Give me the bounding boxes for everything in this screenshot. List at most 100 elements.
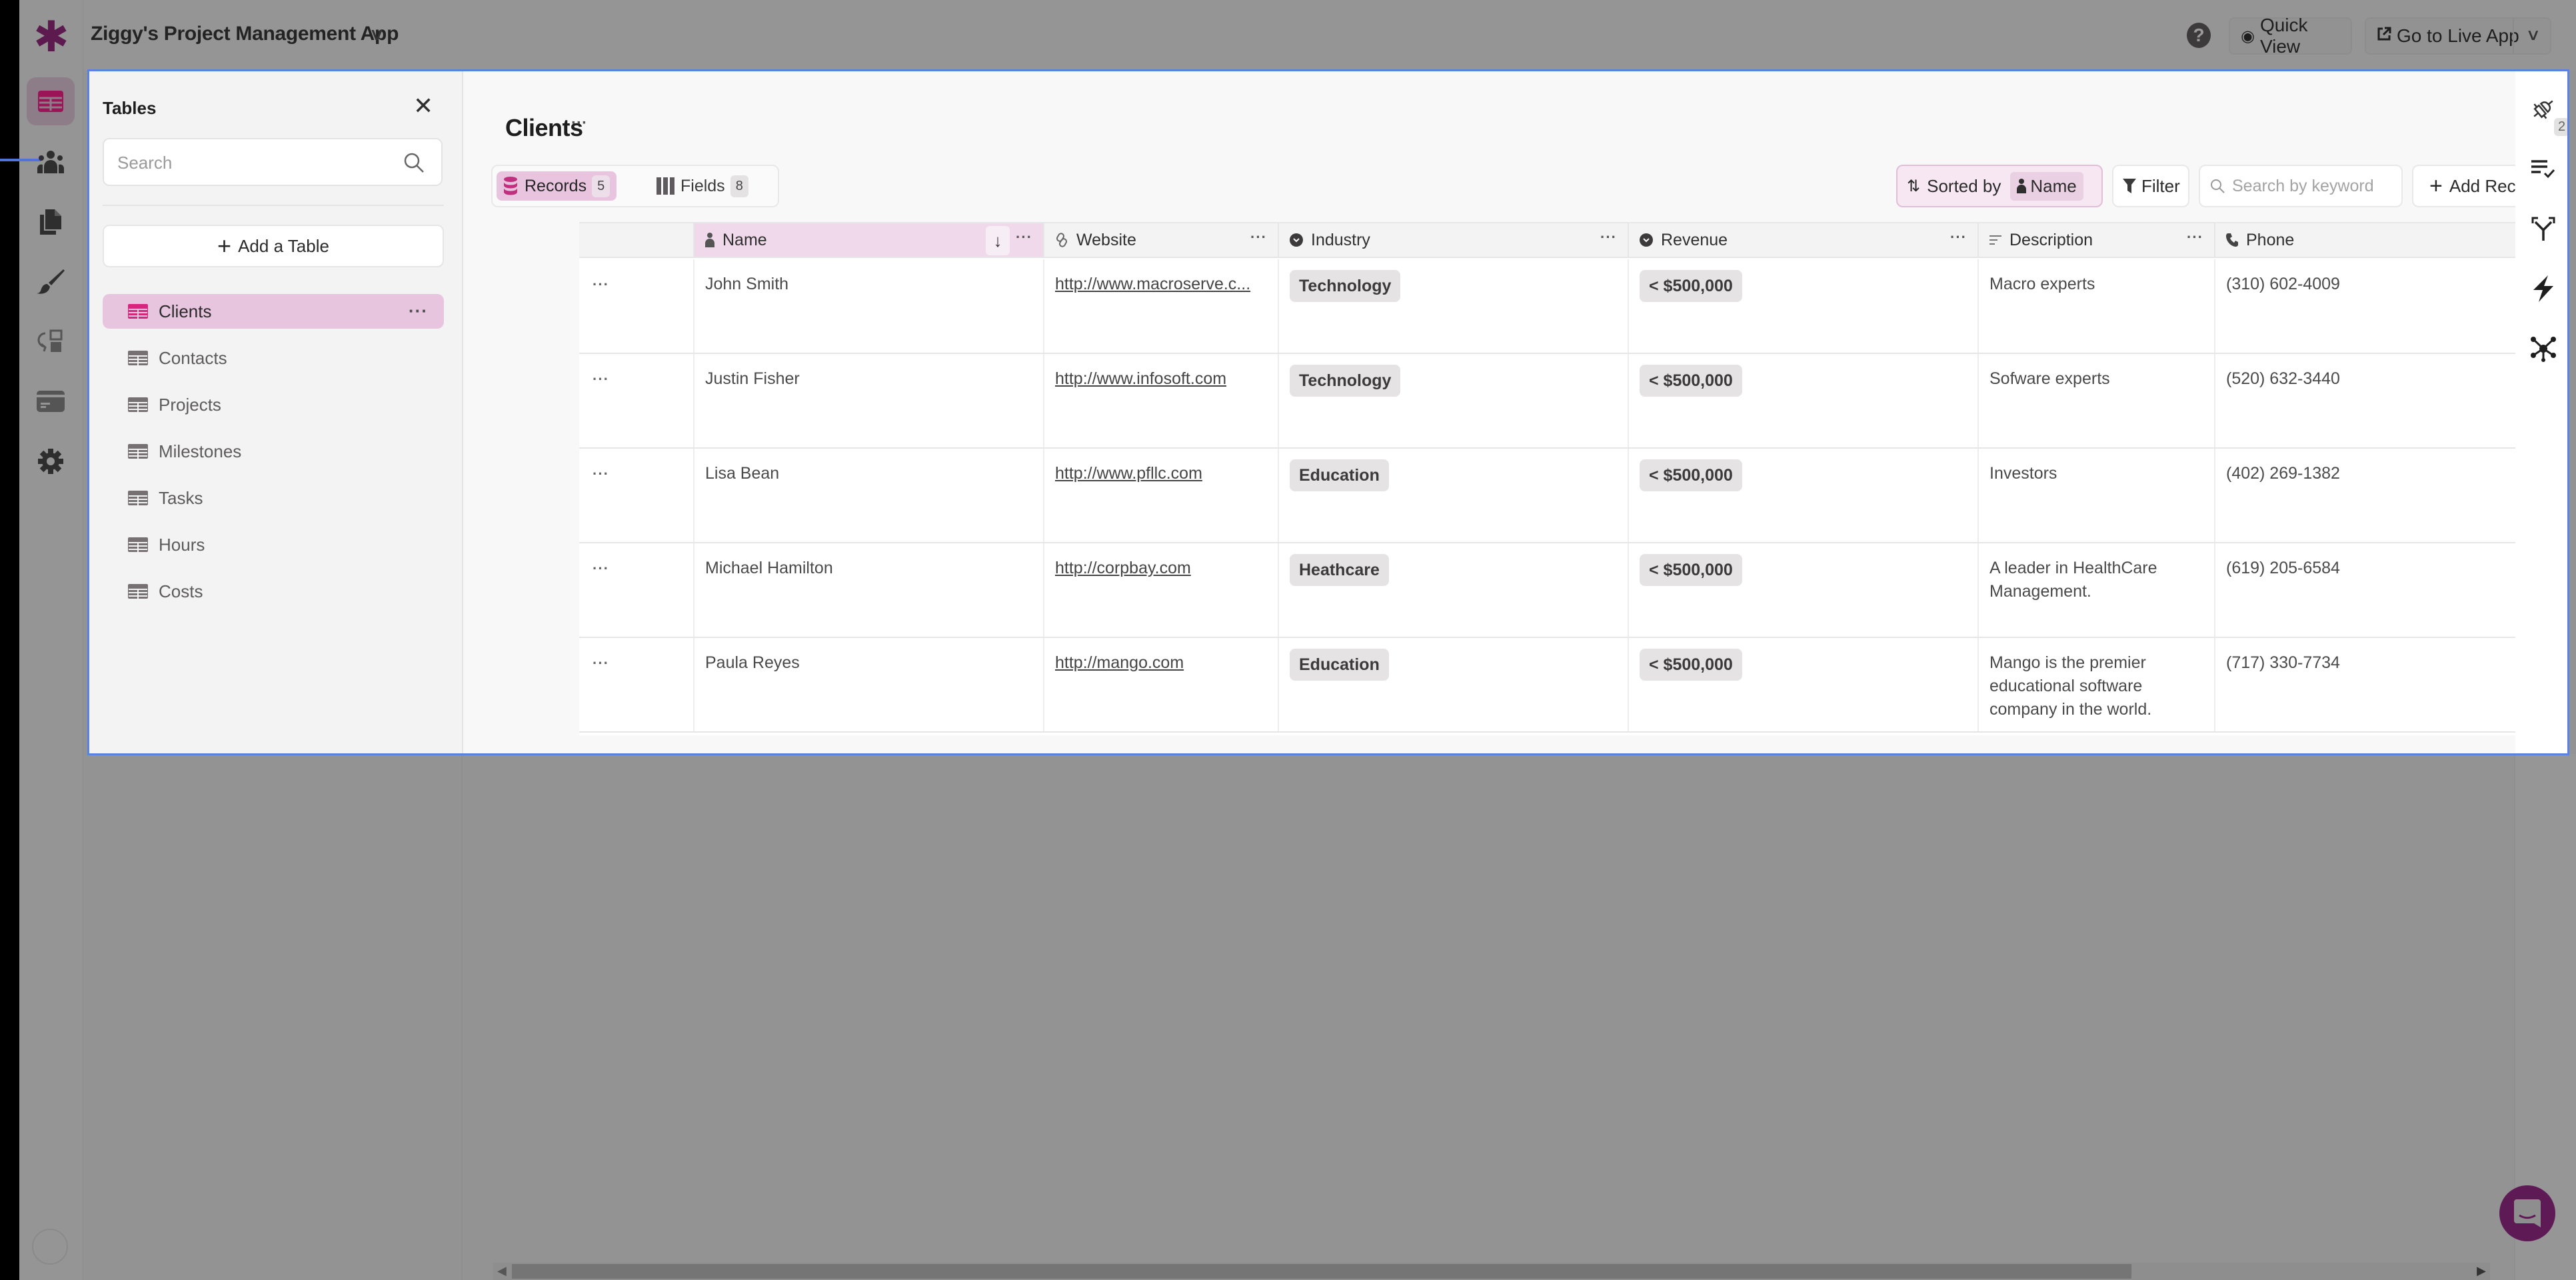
search-icon[interactable] (403, 151, 425, 177)
cell-revenue[interactable]: < $500,000 (1629, 259, 1979, 353)
rail-item-pages[interactable] (27, 197, 75, 245)
table-row[interactable]: ··· Lisa Bean http://www.pfllc.com Educatio… (579, 449, 2562, 543)
cell-website[interactable]: http://www.macroserve.c... (1044, 259, 1279, 353)
column-menu-icon[interactable]: ··· (1250, 229, 1267, 246)
row-more-icon[interactable]: ··· (579, 354, 694, 447)
app-title[interactable]: Ziggy's Project Management App (91, 23, 399, 45)
cell-industry[interactable]: Heathcare (1279, 543, 1629, 637)
cell-website[interactable]: http://www.pfllc.com (1044, 449, 1279, 542)
cell-name[interactable]: Michael Hamilton (694, 543, 1044, 637)
scroll-left-icon[interactable]: ◀ (497, 1264, 507, 1278)
app-logo-icon[interactable]: ✱ (33, 15, 69, 58)
website-link[interactable]: http://www.macroserve.c... (1055, 275, 1250, 293)
branch-icon[interactable] (2530, 215, 2557, 242)
user-avatar[interactable] (32, 1229, 68, 1265)
keyword-search-input[interactable] (2232, 176, 2399, 196)
row-more-icon[interactable]: ··· (579, 543, 694, 637)
cell-description[interactable]: Sofware experts (1979, 354, 2215, 447)
cell-name[interactable]: Lisa Bean (694, 449, 1044, 542)
table-item-clients[interactable]: Clients ··· (103, 294, 444, 329)
rail-item-billing[interactable] (27, 377, 75, 425)
cell-description[interactable]: Macro experts (1979, 259, 2215, 353)
cell-website[interactable]: http://corpbay.com (1044, 543, 1279, 637)
table-item-milestones[interactable]: Milestones (103, 434, 444, 469)
cell-revenue[interactable]: < $500,000 (1629, 543, 1979, 637)
cell-phone[interactable]: (619) 205-6584 (2215, 543, 2562, 637)
cell-phone[interactable]: (717) 330-7734 (2215, 638, 2562, 731)
chevron-down-icon[interactable]: ∨ (2526, 25, 2541, 45)
more-icon[interactable]: ··· (571, 114, 587, 133)
row-more-icon[interactable]: ··· (579, 449, 694, 542)
table-item-projects[interactable]: Projects (103, 387, 444, 422)
website-link[interactable]: http://www.pfllc.com (1055, 464, 1202, 483)
tables-search-input[interactable] (117, 151, 384, 174)
cell-phone[interactable]: (402) 269-1382 (2215, 449, 2562, 542)
table-item-contacts[interactable]: Contacts (103, 341, 444, 375)
column-header-description[interactable]: Description ··· (1979, 223, 2215, 258)
cell-website[interactable]: http://mango.com (1044, 638, 1279, 731)
cell-description[interactable]: Mango is the premier educational softwar… (1979, 638, 2215, 731)
cell-phone[interactable]: (310) 602-4009 (2215, 259, 2562, 353)
cell-name[interactable]: Paula Reyes (694, 638, 1044, 731)
row-more-icon[interactable]: ··· (579, 259, 694, 353)
rail-item-workflows[interactable] (27, 317, 75, 365)
sort-desc-icon[interactable]: ↓ (986, 226, 1010, 255)
cell-name[interactable]: John Smith (694, 259, 1044, 353)
column-menu-icon[interactable]: ··· (2187, 229, 2203, 246)
column-header-revenue[interactable]: Revenue ··· (1629, 223, 1979, 258)
website-link[interactable]: http://corpbay.com (1055, 559, 1191, 577)
horizontal-scrollbar[interactable]: ◀ ▶ (493, 1263, 2490, 1280)
cell-revenue[interactable]: < $500,000 (1629, 354, 1979, 447)
column-header-industry[interactable]: Industry ··· (1279, 223, 1629, 258)
cell-description[interactable]: A leader in HealthCare Management. (1979, 543, 2215, 637)
table-item-tasks[interactable]: Tasks (103, 481, 444, 515)
rail-item-users[interactable] (27, 137, 75, 185)
website-link[interactable]: http://www.infosoft.com (1055, 369, 1226, 388)
tab-fields[interactable]: Fields 8 (650, 171, 755, 201)
add-table-button[interactable]: + Add a Table (103, 225, 444, 267)
checklist-icon[interactable] (2530, 155, 2557, 182)
row-more-icon[interactable]: ··· (579, 638, 694, 731)
column-menu-icon[interactable]: ··· (1016, 229, 1032, 246)
cell-revenue[interactable]: < $500,000 (1629, 449, 1979, 542)
column-header-phone[interactable]: Phone ··· (2215, 223, 2562, 258)
cell-description[interactable]: Investors (1979, 449, 2215, 542)
more-icon[interactable]: ··· (409, 301, 428, 321)
table-item-costs[interactable]: Costs (103, 574, 444, 609)
cell-name[interactable]: Justin Fisher (694, 354, 1044, 447)
help-icon[interactable]: ? (2187, 23, 2211, 48)
table-item-hours[interactable]: Hours (103, 527, 444, 562)
lightning-icon[interactable] (2530, 275, 2557, 302)
quick-view-button[interactable]: ◉ Quick View (2229, 15, 2352, 57)
tab-records[interactable]: Records 5 (497, 171, 617, 201)
rail-item-design[interactable] (27, 257, 75, 305)
rail-item-tables[interactable] (27, 77, 75, 125)
column-header-name[interactable]: Name ↓ ··· (694, 223, 1044, 258)
website-link[interactable]: http://mango.com (1055, 653, 1184, 672)
cell-industry[interactable]: Technology (1279, 259, 1629, 353)
table-row[interactable]: ··· Paula Reyes http://mango.com Education <… (579, 638, 2562, 733)
rail-item-settings[interactable] (27, 437, 75, 485)
column-menu-icon[interactable]: ··· (1600, 229, 1617, 246)
table-row[interactable]: ··· Michael Hamilton http://corpbay.com Hea… (579, 543, 2562, 638)
filter-button[interactable]: Filter (2112, 165, 2189, 207)
column-header-website[interactable]: Website ··· (1044, 223, 1279, 258)
cell-industry[interactable]: Technology (1279, 354, 1629, 447)
network-icon[interactable] (2530, 335, 2557, 362)
chevron-down-icon[interactable]: ∨ (369, 24, 385, 45)
column-menu-icon[interactable]: ··· (1950, 229, 1967, 246)
scrollbar-thumb[interactable] (512, 1264, 2131, 1279)
keyword-search[interactable] (2199, 165, 2403, 207)
scroll-right-icon[interactable]: ▶ (2477, 1264, 2486, 1278)
cell-website[interactable]: http://www.infosoft.com (1044, 354, 1279, 447)
chat-launcher-button[interactable] (2499, 1185, 2555, 1241)
plug-icon[interactable] (2530, 95, 2557, 122)
cell-industry[interactable]: Education (1279, 449, 1629, 542)
sort-button[interactable]: ⇅ Sorted by Name (1896, 165, 2103, 207)
table-row[interactable]: ··· Justin Fisher http://www.infosoft.com T… (579, 354, 2562, 449)
cell-industry[interactable]: Education (1279, 638, 1629, 731)
cell-revenue[interactable]: < $500,000 (1629, 638, 1979, 731)
table-row[interactable]: ··· John Smith http://www.macroserve.c... T… (579, 259, 2562, 354)
cell-phone[interactable]: (520) 632-3440 (2215, 354, 2562, 447)
close-icon[interactable]: ✕ (413, 94, 433, 118)
